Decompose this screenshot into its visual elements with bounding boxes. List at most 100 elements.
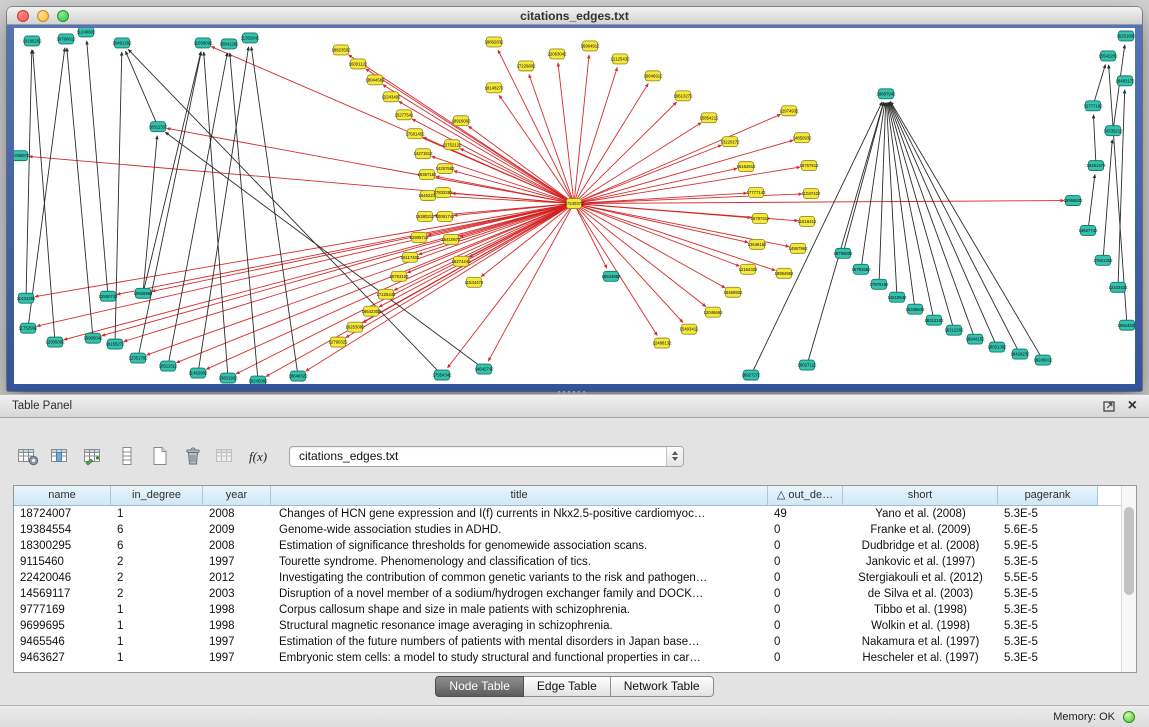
network-window-titlebar[interactable]: citations_edges.txt [7,7,1142,25]
graph-node[interactable] [243,33,258,43]
graph-node[interactable] [613,54,628,64]
graph-node[interactable] [108,339,123,349]
graph-node[interactable] [791,243,806,253]
graph-node[interactable] [947,325,962,335]
float-panel-button[interactable] [1103,400,1116,412]
import-table-icon[interactable] [214,445,238,467]
graph-node[interactable] [723,137,738,147]
graph-node[interactable] [702,113,717,123]
graph-node[interactable] [682,324,697,334]
graph-node[interactable] [990,342,1005,352]
graph-node[interactable] [726,287,741,297]
graph-node[interactable] [879,89,894,99]
table-scrollbar[interactable] [1121,486,1136,672]
column-header-title[interactable]: title [271,486,768,506]
graph-node[interactable] [191,368,206,378]
graph-node[interactable] [435,370,450,380]
graph-node[interactable] [836,248,851,258]
graph-node[interactable] [854,264,869,274]
graph-node[interactable] [655,338,670,348]
graph-node[interactable] [800,216,815,226]
table-row[interactable]: 946554611997Estimation of the future num… [14,634,1136,650]
column-header-out_degree[interactable]: △ out_de… [768,486,843,506]
graph-node[interactable] [777,268,792,278]
close-panel-button[interactable]: × [1128,399,1137,413]
graph-node[interactable] [416,149,431,159]
graph-node[interactable] [334,45,349,55]
graph-node[interactable] [741,264,756,274]
graph-node[interactable] [1096,255,1111,265]
graph-node[interactable] [1086,101,1101,111]
graph-node[interactable] [487,37,502,47]
graph-node[interactable] [79,28,94,37]
graph-node[interactable] [418,211,433,221]
graph-node[interactable] [749,188,764,198]
graph-node[interactable] [161,361,176,371]
graph-node[interactable] [800,360,815,370]
graph-node[interactable] [221,373,236,383]
table-row[interactable]: 1872400712008Changes of HCN gene express… [14,506,1136,522]
graph-node[interactable] [890,292,905,302]
network-canvas[interactable]: 1724037218823582160011221804458212243402… [14,28,1135,384]
graph-node[interactable] [750,239,765,249]
graph-node[interactable] [196,38,211,48]
graph-node[interactable] [744,370,759,380]
graph-node[interactable] [1081,225,1096,235]
graph-node[interactable] [251,376,266,384]
table-row[interactable]: 946362711997Embryonic stem cells: a mode… [14,650,1136,666]
delete-table-icon[interactable] [181,445,205,467]
table-row[interactable]: 1830029562008Estimation of significance … [14,538,1136,554]
graph-node[interactable] [101,291,116,301]
graph-node[interactable] [782,106,797,116]
graph-node[interactable] [802,161,817,171]
graph-node[interactable] [421,191,436,201]
graph-node[interactable] [1066,196,1081,206]
graph-node[interactable] [706,307,721,317]
table-row[interactable]: 1456911722003Disruption of a novel membe… [14,586,1136,602]
graph-node[interactable] [487,83,502,93]
graph-node[interactable] [331,337,346,347]
column-header-short[interactable]: short [843,486,998,506]
graph-node[interactable] [604,271,619,281]
graph-node[interactable] [151,122,166,132]
graph-node[interactable] [454,116,469,126]
tab-network-table[interactable]: Network Table [611,676,714,697]
graph-node[interactable] [872,279,887,289]
graph-node[interactable] [136,288,151,298]
graph-node[interactable] [444,234,459,244]
show-columns-icon[interactable] [49,445,73,467]
graph-node[interactable] [25,36,40,46]
graph-node[interactable] [368,75,383,85]
minimize-window-button[interactable] [37,10,49,22]
graph-node[interactable] [795,133,810,143]
graph-node[interactable] [291,371,306,381]
graph-node[interactable] [1101,51,1116,61]
graph-node[interactable] [438,211,453,221]
table-row[interactable]: 969969511998Structural magnetic resonanc… [14,618,1136,634]
graph-node[interactable] [364,306,379,316]
table-row[interactable]: 2242004622012Investigating the contribut… [14,570,1136,586]
create-column-icon[interactable] [82,445,106,467]
scrollbar-thumb[interactable] [1124,507,1134,595]
graph-node[interactable] [927,315,942,325]
graph-node[interactable] [1106,126,1121,136]
tab-edge-table[interactable]: Edge Table [524,676,611,697]
create-table-icon[interactable] [148,445,172,467]
graph-node[interactable] [676,91,691,101]
function-builder-icon[interactable]: f(x) [247,445,271,467]
table-row[interactable]: 1938455462009Genome-wide association stu… [14,522,1136,538]
graph-node[interactable] [384,92,399,102]
zoom-window-button[interactable] [57,10,69,22]
graph-node[interactable] [19,293,34,303]
column-header-year[interactable]: year [203,486,271,506]
graph-node[interactable] [445,140,460,150]
graph-node[interactable] [412,232,427,242]
graph-node[interactable] [519,61,534,71]
graph-node[interactable] [1036,355,1051,365]
table-row[interactable]: 911546021997Tourette syndrome. Phenomeno… [14,554,1136,570]
table-row[interactable]: 977716911998Corpus callosum shape and si… [14,602,1136,618]
table-panel-settings-icon[interactable] [16,445,40,467]
graph-node[interactable] [1089,161,1104,171]
tab-node-table[interactable]: Node Table [435,676,524,697]
graph-node[interactable] [348,322,363,332]
